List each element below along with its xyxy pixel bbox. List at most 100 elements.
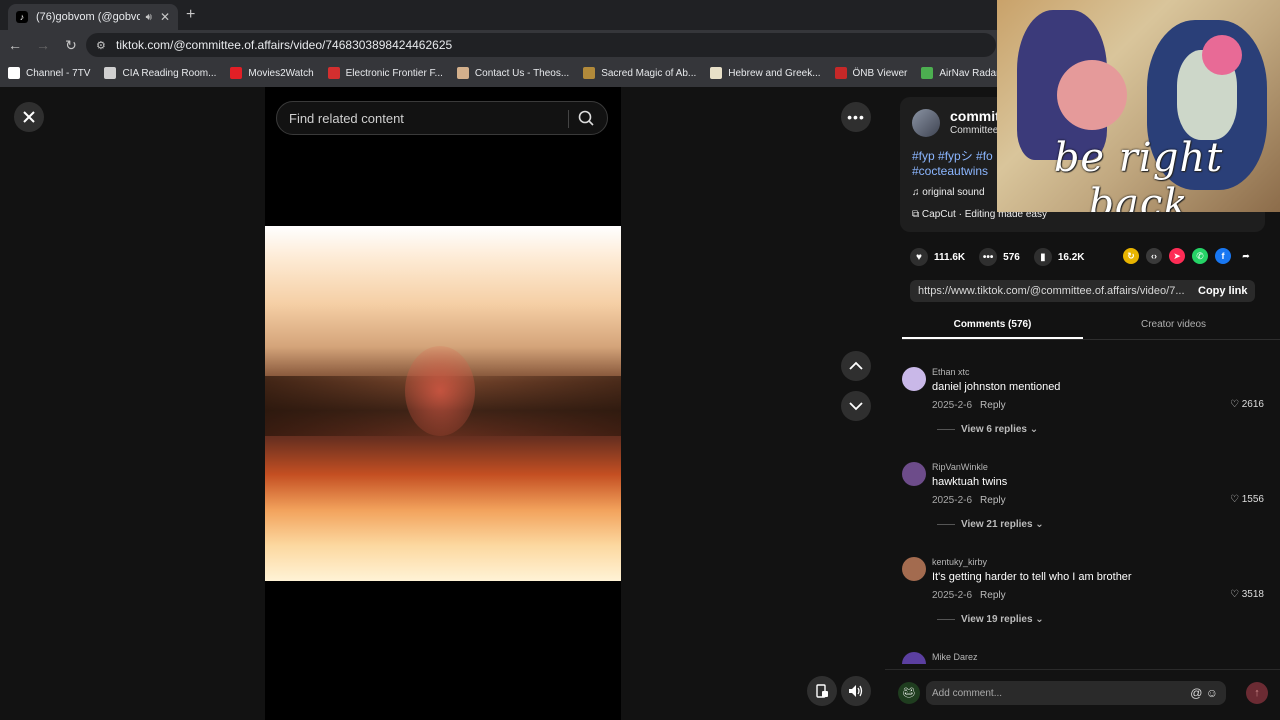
commenter-name[interactable]: kentuky_kirby: [932, 557, 987, 567]
bookmark-favicon-icon: [8, 67, 20, 79]
whatsapp-icon[interactable]: ✆: [1192, 248, 1208, 264]
related-search-input[interactable]: Find related content: [276, 101, 608, 135]
reply-button[interactable]: Reply: [980, 590, 1006, 601]
comment-placeholder: Add comment...: [932, 687, 1003, 699]
view-replies-button[interactable]: View 19 replies ⌄: [937, 614, 1044, 625]
share-arrow-icon[interactable]: ➦: [1238, 248, 1254, 264]
comment-like-button[interactable]: ♡ 2616: [1230, 399, 1264, 410]
comment-item: Mike Darez: [902, 652, 1264, 664]
commenter-avatar[interactable]: [902, 462, 926, 486]
view-replies-button[interactable]: View 6 replies ⌄: [937, 424, 1038, 435]
comment-like-button[interactable]: ♡ 1556: [1230, 494, 1264, 505]
more-options-button[interactable]: •••: [841, 102, 871, 132]
close-tab-icon[interactable]: ✕: [160, 10, 170, 24]
comment-count: 576: [1003, 251, 1020, 263]
bookmark-item[interactable]: Sacred Magic of Ab...: [583, 67, 696, 79]
post-comment-button[interactable]: ↑: [1246, 682, 1268, 704]
embed-icon[interactable]: ‹›: [1146, 248, 1162, 264]
bookmark-item[interactable]: AirNav Radar: [921, 67, 999, 79]
view-replies-button[interactable]: View 21 replies ⌄: [937, 519, 1044, 530]
bookmark-label: Hebrew and Greek...: [728, 67, 821, 79]
view-replies-label: View 6 replies: [961, 424, 1027, 435]
comment-meta: 2025-2-6 Reply: [932, 495, 1006, 506]
save-button[interactable]: ▮ 16.2K: [1033, 248, 1085, 266]
comment-like-button[interactable]: ♡ 3518: [1230, 589, 1264, 600]
browser-tab[interactable]: ♪ (76)gobvom (@gobvom) | T 🔊︎ ✕: [8, 4, 178, 30]
commenter-name[interactable]: Ethan xtc: [932, 367, 970, 377]
comment-meta: 2025-2-6 Reply: [932, 590, 1006, 601]
bookmark-item[interactable]: Movies2Watch: [230, 67, 314, 79]
sound-link[interactable]: ♫ original sound: [912, 187, 985, 198]
cartoon-face-left: [1057, 60, 1127, 130]
my-avatar[interactable]: 🐸︎: [898, 682, 920, 704]
chevron-down-icon: [849, 402, 863, 411]
send-to-friends-icon[interactable]: ➤: [1169, 248, 1185, 264]
tab-creator-videos[interactable]: Creator videos: [1083, 313, 1264, 339]
volume-button[interactable]: [841, 676, 871, 706]
bookmark-item[interactable]: Channel - 7TV: [8, 67, 90, 79]
bookmark-item[interactable]: Hebrew and Greek...: [710, 67, 821, 79]
stream-overlay: be right back: [997, 0, 1280, 212]
video-player[interactable]: [265, 87, 621, 720]
commenter-name[interactable]: Mike Darez: [932, 652, 978, 662]
back-button[interactable]: ←: [2, 37, 28, 53]
site-settings-icon[interactable]: ⚙: [96, 39, 108, 52]
replies-line: [937, 619, 955, 620]
share-link-box: https://www.tiktok.com/@committee.of.aff…: [910, 280, 1255, 302]
speaker-icon[interactable]: 🔊︎: [146, 12, 152, 23]
author-avatar[interactable]: [912, 109, 940, 137]
facebook-icon[interactable]: f: [1215, 248, 1231, 264]
bookmark-favicon-icon: [834, 67, 847, 79]
comment-input[interactable]: Add comment... @ ☺: [926, 681, 1226, 705]
replies-line: [937, 524, 955, 525]
comment-item: RipVanWinkle hawktuah twins 2025-2-6 Reply ♡…: [902, 462, 1264, 542]
bookmark-item[interactable]: Electronic Frontier F...: [327, 67, 443, 79]
tab-comments[interactable]: Comments (576): [902, 313, 1083, 339]
picture-in-picture-button[interactable]: [807, 676, 837, 706]
new-tab-button[interactable]: +: [186, 6, 195, 24]
capcut-icon: ⧉: [912, 209, 922, 220]
author-name[interactable]: commit: [950, 108, 1000, 124]
commenter-avatar[interactable]: [902, 367, 926, 391]
close-video-button[interactable]: [14, 102, 44, 132]
share-url[interactable]: https://www.tiktok.com/@committee.of.aff…: [918, 285, 1188, 297]
next-video-button[interactable]: [841, 391, 871, 421]
forward-button[interactable]: →: [30, 37, 56, 53]
commenter-avatar[interactable]: [902, 652, 926, 664]
comment-like-count: 2616: [1241, 399, 1264, 410]
bookmark-favicon-icon: [456, 67, 469, 79]
repost-icon[interactable]: ↻: [1123, 248, 1139, 264]
like-button[interactable]: ♥ 111.6K: [910, 248, 965, 266]
comment-button[interactable]: ••• 576: [979, 248, 1020, 266]
comment-date: 2025-2-6: [932, 590, 973, 601]
close-icon: [23, 111, 35, 123]
bookmark-item[interactable]: Contact Us - Theos...: [456, 67, 570, 79]
reply-button[interactable]: Reply: [980, 495, 1006, 506]
search-placeholder: Find related content: [289, 110, 404, 126]
search-icon[interactable]: [577, 109, 595, 127]
copy-link-button[interactable]: Copy link: [1198, 285, 1248, 297]
video-frame[interactable]: [265, 226, 621, 581]
cartoon-hair-right: [1202, 35, 1242, 75]
commenter-name[interactable]: RipVanWinkle: [932, 462, 988, 472]
video-pane: Find related content •••: [0, 87, 885, 720]
hashtags[interactable]: #fyp #fypシ #fo #cocteautwins: [912, 149, 1002, 179]
bookmark-label: Contact Us - Theos...: [474, 67, 570, 79]
heart-icon: ♥: [910, 248, 928, 266]
bookmark-label: Electronic Frontier F...: [345, 67, 443, 79]
view-replies-label: View 19 replies: [961, 614, 1033, 625]
reply-button[interactable]: Reply: [980, 400, 1006, 411]
comment-item: Ethan xtc daniel johnston mentioned 2025-2…: [902, 367, 1264, 447]
reload-button[interactable]: ↻: [58, 37, 84, 54]
more-dots-icon: •••: [847, 109, 865, 125]
previous-video-button[interactable]: [841, 351, 871, 381]
bookmark-item[interactable]: ÖNB Viewer: [834, 67, 907, 79]
bookmark-item[interactable]: CIA Reading Room...: [104, 67, 216, 79]
mention-emoji-icons[interactable]: @ ☺: [1190, 686, 1218, 700]
comment-text: hawktuah twins: [932, 476, 1008, 488]
replies-line: [937, 429, 955, 430]
address-bar[interactable]: ⚙ tiktok.com/@committee.of.affairs/video…: [86, 33, 996, 57]
comment-text: daniel johnston mentioned: [932, 381, 1061, 393]
commenter-avatar[interactable]: [902, 557, 926, 581]
like-count: 111.6K: [934, 251, 966, 263]
